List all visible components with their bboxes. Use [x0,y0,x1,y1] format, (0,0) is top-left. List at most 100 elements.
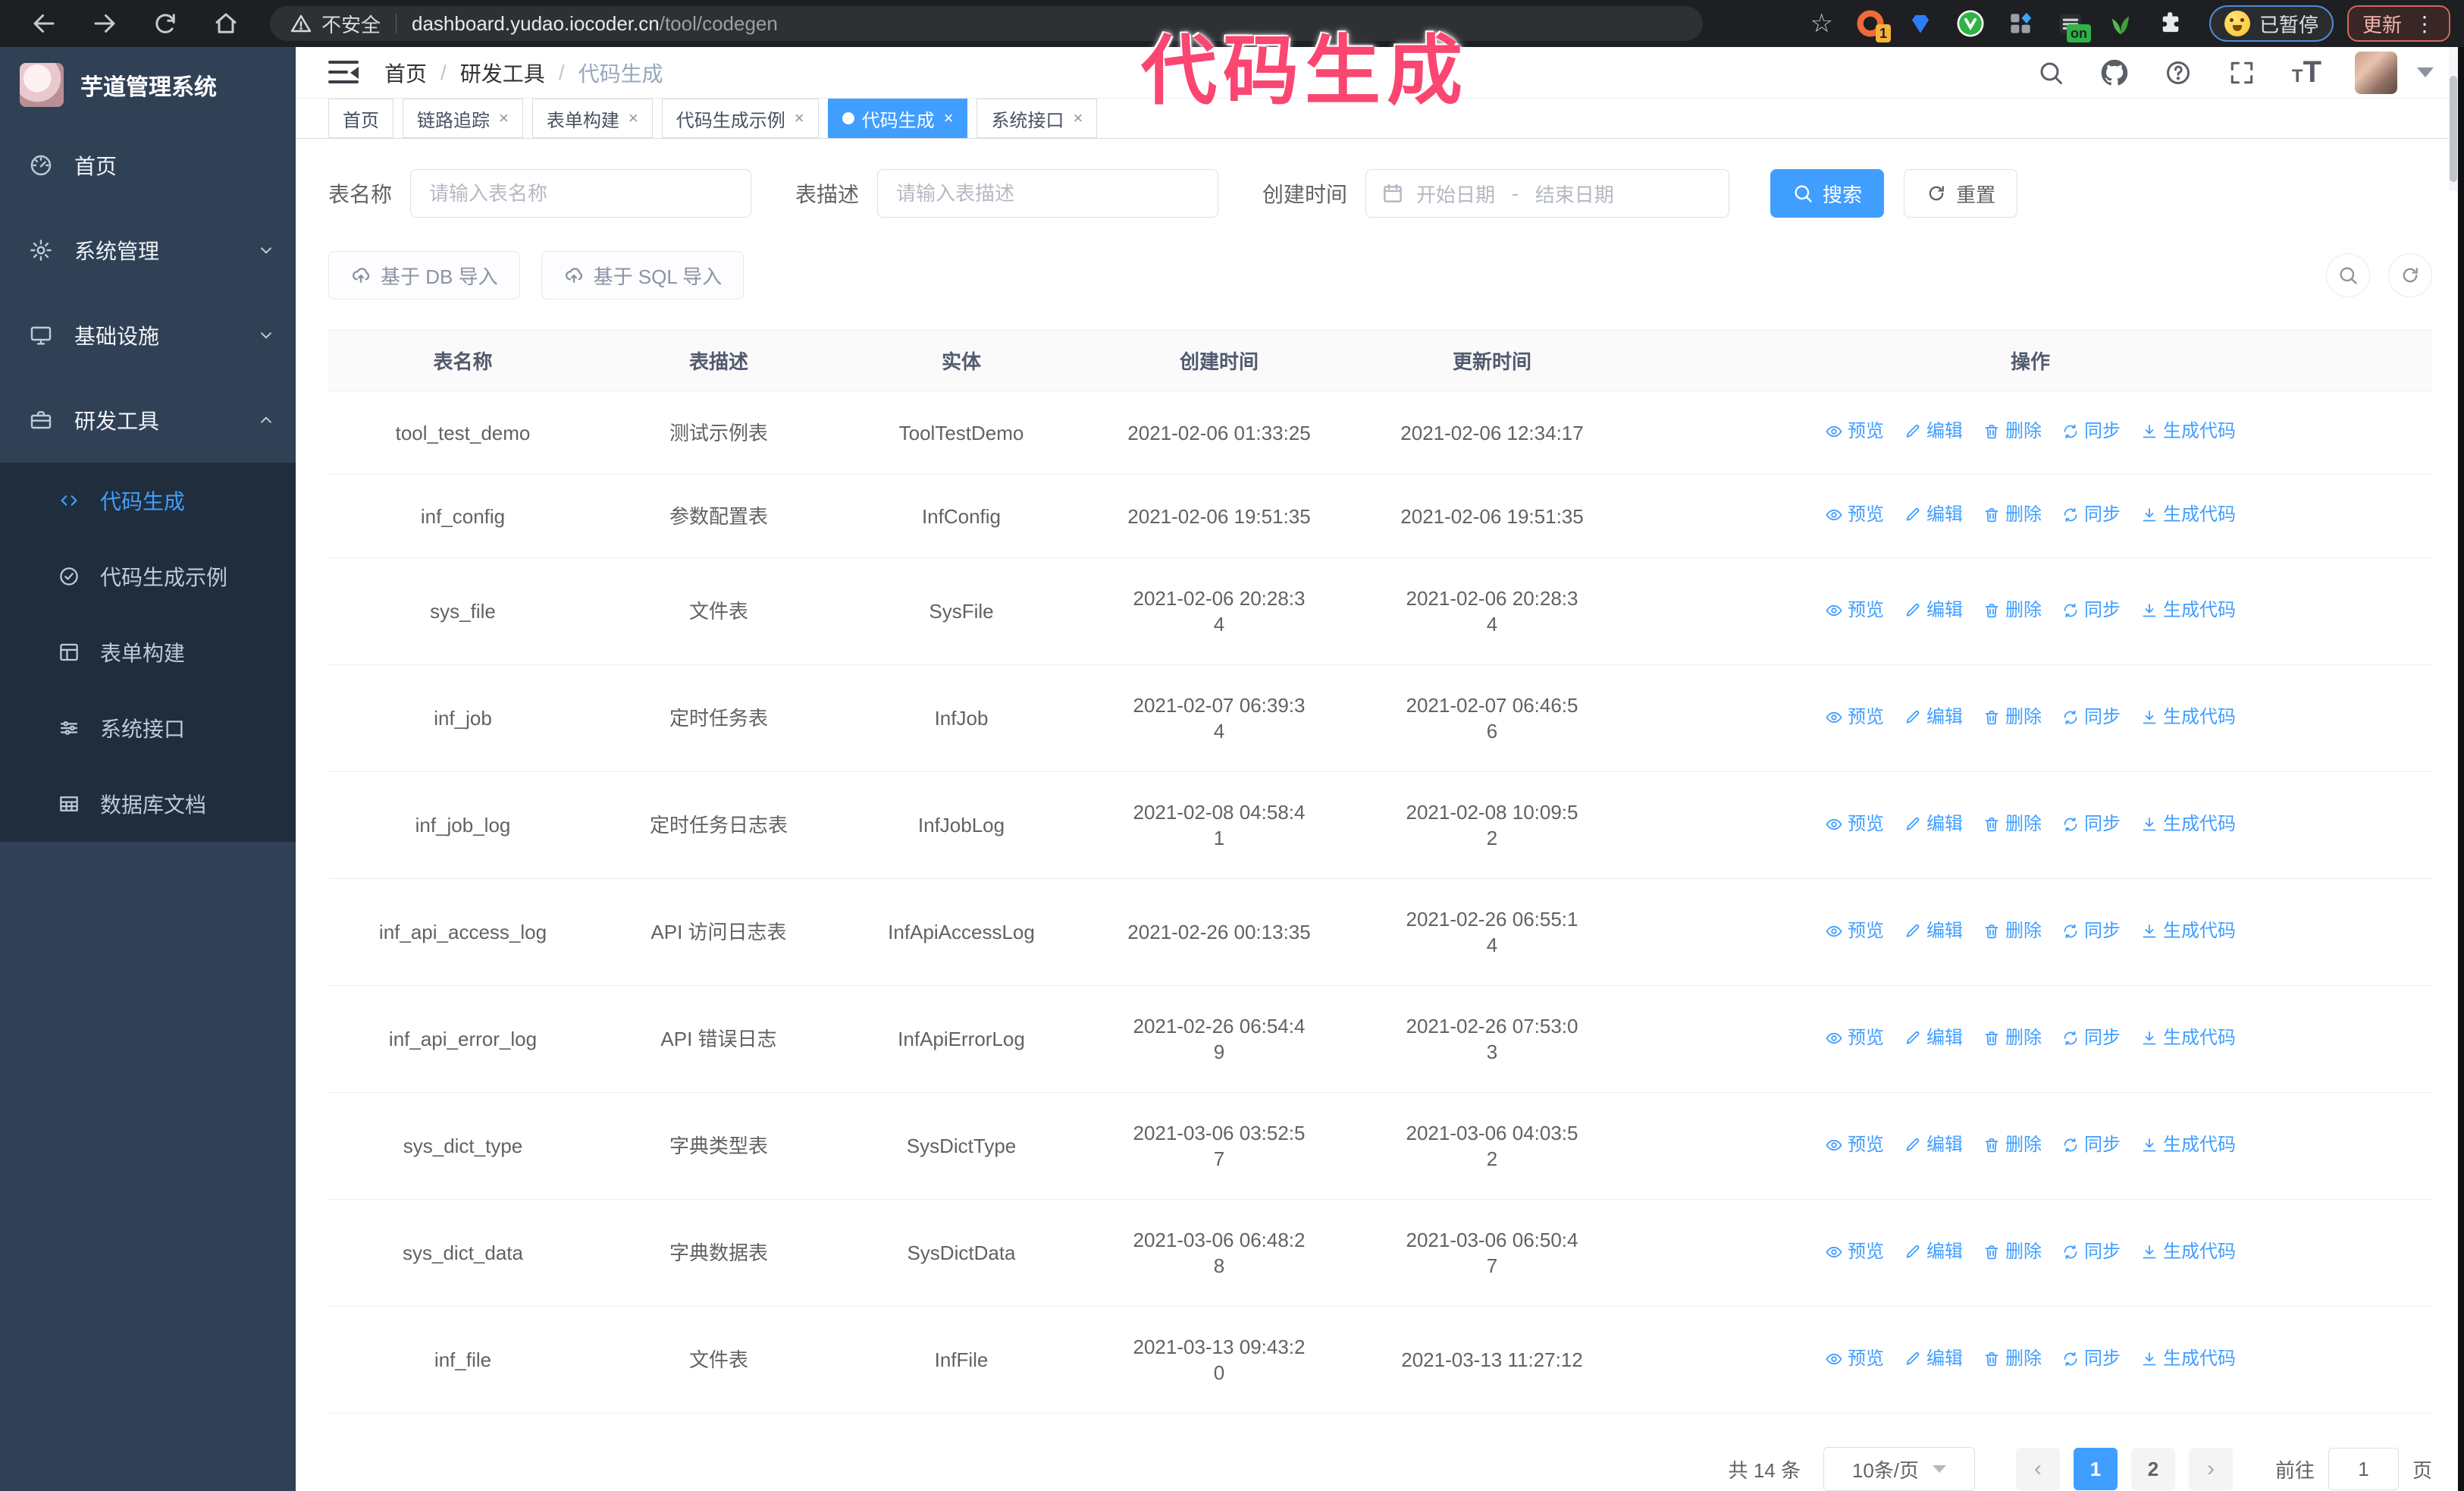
tag-1[interactable]: 链路追踪 × [403,99,523,138]
avatar-caret-icon[interactable] [2417,67,2434,77]
action-delete-link[interactable]: 删除 [1983,598,2042,623]
action-download-link[interactable]: 生成代码 [2140,502,2236,528]
close-icon[interactable]: × [629,108,638,128]
leaf-extension-icon[interactable] [2105,8,2136,39]
action-sync-link[interactable]: 同步 [2061,502,2121,528]
sidebar-item-2[interactable]: 基础设施 [0,293,296,378]
action-delete-link[interactable]: 删除 [1983,811,2042,837]
action-eye-link[interactable]: 预览 [1825,705,1884,730]
close-icon[interactable]: × [944,108,954,128]
tag-5[interactable]: 系统接口 × [977,99,1098,138]
browser-forward-icon[interactable] [91,10,118,37]
next-page-button[interactable]: › [2188,1448,2233,1490]
action-delete-link[interactable]: 删除 [1983,1239,2042,1265]
action-delete-link[interactable]: 删除 [1983,918,2042,944]
browser-back-icon[interactable] [30,10,58,37]
green-v-extension-icon[interactable] [1955,8,1986,39]
import-db-button[interactable]: 基于 DB 导入 [328,251,520,300]
action-edit-link[interactable]: 编辑 [1904,1346,1963,1372]
action-sync-link[interactable]: 同步 [2061,1132,2121,1158]
prev-page-button[interactable]: ‹ [2015,1448,2060,1490]
sidebar-item-3[interactable]: 研发工具 [0,378,296,463]
sidebar-subitem-3[interactable]: 系统接口 [0,690,296,766]
action-edit-link[interactable]: 编辑 [1904,598,1963,623]
action-download-link[interactable]: 生成代码 [2140,1346,2236,1372]
tag-3[interactable]: 代码生成示例 × [661,99,819,138]
sidebar-subitem-0[interactable]: 代码生成 [0,463,296,538]
action-edit-link[interactable]: 编辑 [1904,1025,1963,1051]
profile-paused-pill[interactable]: 已暂停 [2209,5,2334,42]
action-edit-link[interactable]: 编辑 [1904,918,1963,944]
close-icon[interactable]: × [795,108,804,128]
puzzle-extension-icon[interactable] [2155,8,2187,39]
action-download-link[interactable]: 生成代码 [2140,419,2236,444]
action-download-link[interactable]: 生成代码 [2140,1132,2236,1158]
action-delete-link[interactable]: 删除 [1983,1132,2042,1158]
sidebar-collapse-icon[interactable] [328,60,359,85]
sidebar-subitem-4[interactable]: 数据库文档 [0,766,296,842]
action-eye-link[interactable]: 预览 [1825,811,1884,837]
action-delete-link[interactable]: 删除 [1983,419,2042,444]
page-button-2[interactable]: 2 [2130,1448,2175,1490]
create-time-range-picker[interactable]: 开始日期 - 结束日期 [1365,169,1730,218]
action-sync-link[interactable]: 同步 [2061,598,2121,623]
breadcrumb-item[interactable]: 研发工具 [460,58,545,88]
action-eye-link[interactable]: 预览 [1825,1239,1884,1265]
action-edit-link[interactable]: 编辑 [1904,1132,1963,1158]
show-search-button[interactable] [2326,253,2370,297]
sidebar-subitem-1[interactable]: 代码生成示例 [0,538,296,614]
action-delete-link[interactable]: 删除 [1983,705,2042,730]
sidebar-item-0[interactable]: 首页 [0,123,296,208]
page-scrollbar[interactable] [2449,47,2458,191]
browser-reload-icon[interactable] [152,10,179,37]
browser-menu-icon[interactable]: ⋮ [2414,11,2435,36]
action-sync-link[interactable]: 同步 [2061,1239,2121,1265]
close-icon[interactable]: × [499,108,509,128]
font-size-icon[interactable]: TT [2292,55,2321,89]
breadcrumb-item[interactable]: 首页 [384,58,427,88]
sidebar-logo-row[interactable]: 芋道管理系统 [0,47,296,123]
action-sync-link[interactable]: 同步 [2061,1025,2121,1051]
action-eye-link[interactable]: 预览 [1825,918,1884,944]
sidebar-item-1[interactable]: 系统管理 [0,208,296,293]
tag-0[interactable]: 首页 [328,99,393,138]
search-button[interactable]: 搜索 [1770,169,1885,218]
table-desc-input[interactable] [877,169,1219,218]
import-sql-button[interactable]: 基于 SQL 导入 [541,251,745,300]
browser-update-button[interactable]: 更新 ⋮ [2346,5,2450,42]
page-button-1[interactable]: 1 [2073,1448,2118,1490]
action-sync-link[interactable]: 同步 [2061,1346,2121,1372]
action-eye-link[interactable]: 预览 [1825,419,1884,444]
tag-4[interactable]: 代码生成 × [827,99,968,138]
action-edit-link[interactable]: 编辑 [1904,811,1963,837]
fullscreen-icon[interactable] [2228,59,2256,86]
github-icon[interactable] [2101,59,2128,86]
action-eye-link[interactable]: 预览 [1825,1025,1884,1051]
action-eye-link[interactable]: 预览 [1825,502,1884,528]
browser-home-icon[interactable] [212,10,240,37]
action-edit-link[interactable]: 编辑 [1904,419,1963,444]
help-icon[interactable] [2165,59,2192,86]
user-avatar[interactable] [2355,51,2397,94]
action-sync-link[interactable]: 同步 [2061,811,2121,837]
goto-page-input[interactable] [2328,1448,2399,1490]
table-name-input[interactable] [410,169,752,218]
address-bar[interactable]: 不安全 dashboard.yudao.iocoder.cn/tool/code… [270,6,1703,41]
action-download-link[interactable]: 生成代码 [2140,811,2236,837]
refresh-button[interactable] [2388,253,2432,297]
bars-on-extension-icon[interactable]: on [2055,8,2091,42]
sidebar-subitem-2[interactable]: 表单构建 [0,614,296,690]
gem-extension-icon[interactable] [1904,8,1936,39]
action-download-link[interactable]: 生成代码 [2140,918,2236,944]
bookmark-star-icon[interactable]: ☆ [1810,8,1832,39]
action-sync-link[interactable]: 同步 [2061,419,2121,444]
grid-extension-icon[interactable] [2005,8,2036,39]
action-eye-link[interactable]: 预览 [1825,1346,1884,1372]
action-download-link[interactable]: 生成代码 [2140,1025,2236,1051]
action-delete-link[interactable]: 删除 [1983,1346,2042,1372]
action-download-link[interactable]: 生成代码 [2140,598,2236,623]
action-edit-link[interactable]: 编辑 [1904,1239,1963,1265]
search-icon[interactable] [2037,59,2064,86]
tag-2[interactable]: 表单构建 × [531,99,653,138]
action-eye-link[interactable]: 预览 [1825,598,1884,623]
